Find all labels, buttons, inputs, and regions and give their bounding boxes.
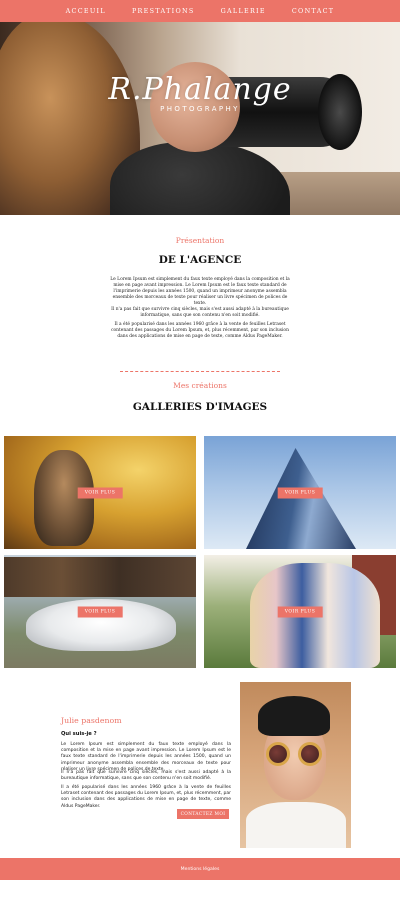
nav-link-prestations[interactable]: PRESTATIONS: [132, 7, 195, 15]
about-paragraph-2: Il n'a pas fait que survivre cinq siècle…: [61, 770, 231, 782]
footer-bar: Mentions légales: [0, 858, 400, 880]
gallery-kicker: Mes créations: [173, 381, 227, 390]
see-more-button-3[interactable]: VOIR PLUS: [77, 606, 123, 617]
presentation-title: DE L'AGENCE: [158, 254, 242, 266]
portrait-shirt-shape: [246, 802, 346, 848]
house-photo-shape: [4, 557, 196, 597]
about-paragraph-1: Le Lorem Ipsum est simplement du faux te…: [61, 742, 231, 772]
see-more-button-1[interactable]: VOIR PLUS: [77, 487, 123, 498]
contact-me-button[interactable]: CONTACTEZ MOI: [177, 809, 229, 819]
hero-shoulder-shape: [110, 142, 290, 215]
nav-link-acceuil[interactable]: ACCEUIL: [66, 7, 106, 15]
see-more-button-2[interactable]: VOIR PLUS: [277, 487, 323, 498]
about-name: Julie pasdenom: [61, 716, 122, 725]
sunglasses-right-lens: [298, 742, 322, 766]
legal-link[interactable]: Mentions légales: [181, 867, 220, 872]
presentation-paragraph-1: Le Lorem Ipsum est simplement du faux te…: [110, 277, 290, 307]
cat-photo-shape: [34, 450, 94, 546]
top-nav: ACCEUIL PRESTATIONS GALLERIE CONTACT: [0, 0, 400, 22]
gallery-tile-wedding[interactable]: VOIR PLUS: [204, 555, 396, 668]
about-question: Qui suis-je ?: [61, 731, 97, 737]
presentation-paragraph-3: Il a été popularisé dans les années 1960…: [111, 322, 289, 340]
hero-banner: R.Phalange PHOTOGRAPHY: [0, 22, 400, 215]
gallery-title: GALLERIES D'IMAGES: [132, 401, 268, 413]
portrait-hat-shape: [258, 696, 330, 736]
portrait-photo: [240, 682, 351, 848]
logo-subtitle: PHOTOGRAPHY: [160, 105, 240, 113]
section-divider: [120, 371, 280, 372]
nav-link-gallerie[interactable]: GALLERIE: [221, 7, 266, 15]
gallery-tile-cat[interactable]: VOIR PLUS: [4, 436, 196, 549]
brand-logo: R.Phalange PHOTOGRAPHY: [0, 72, 400, 113]
presentation-paragraph-2: Il n'a pas fait que survivre cinq siècle…: [111, 307, 289, 319]
nav-link-contact[interactable]: CONTACT: [292, 7, 335, 15]
gallery-tile-building[interactable]: VOIR PLUS: [204, 436, 396, 549]
about-paragraph-3: Il a été popularisé dans les années 1960…: [61, 785, 231, 809]
sunglasses-left-lens: [266, 742, 290, 766]
logo-script-text: R.Phalange: [108, 72, 292, 107]
gallery-tile-car[interactable]: VOIR PLUS: [4, 555, 196, 668]
presentation-kicker: Présentation: [175, 236, 225, 245]
see-more-button-4[interactable]: VOIR PLUS: [277, 606, 323, 617]
building-photo-shape: [246, 448, 356, 549]
